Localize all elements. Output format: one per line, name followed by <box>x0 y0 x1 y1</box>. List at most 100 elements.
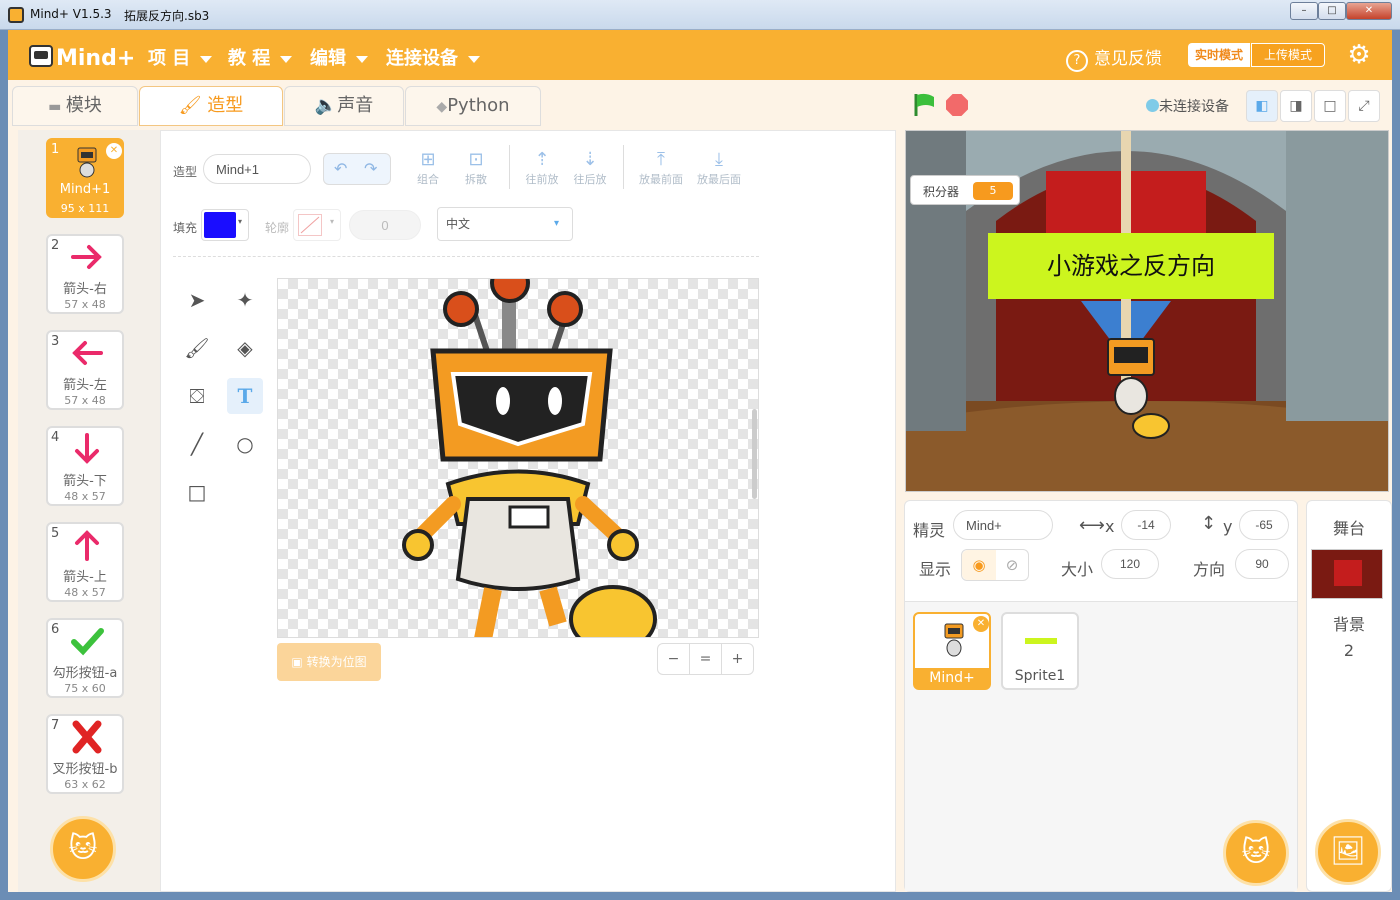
delete-icon[interactable]: ✕ <box>973 616 989 632</box>
select-tool[interactable]: ➤ <box>179 282 215 318</box>
reshape-icon: ✦ <box>236 288 254 312</box>
stop-icon[interactable] <box>946 94 968 116</box>
small-stage-button[interactable]: ◧ <box>1246 90 1278 122</box>
outline-color-picker[interactable]: ▾ <box>293 209 341 241</box>
main-area: ▬ 模块 🖌 造型 🔈声音 ◆Python 1 ✕ Mind+1 95 x 11… <box>8 80 1392 892</box>
x-input[interactable] <box>1121 510 1171 540</box>
forward-button[interactable]: ⇡ 往前放 <box>519 149 565 187</box>
sprite-tile-mindplus[interactable]: ✕ Mind+ <box>913 612 991 690</box>
help-icon: ? <box>1066 50 1088 72</box>
hide-stage-icon: □ <box>1323 98 1337 114</box>
realtime-mode-button[interactable]: 实时模式 <box>1188 43 1250 67</box>
back-button[interactable]: ⤓ 放最后面 <box>691 149 747 187</box>
menu-tutorial[interactable]: 教 程 <box>228 44 293 70</box>
tab-python-label: Python <box>447 95 510 116</box>
add-backdrop-button[interactable]: 🖼 <box>1315 819 1381 885</box>
maximize-button[interactable]: □ <box>1318 2 1346 20</box>
mindplus-logo: Mind+ <box>28 38 138 72</box>
costume-list: 1 ✕ Mind+1 95 x 111 2 箭头-右 57 x 48 3 箭头-… <box>18 130 160 892</box>
normal-stage-button[interactable]: ◨ <box>1280 90 1312 122</box>
costume-item[interactable]: 1 ✕ Mind+1 95 x 111 <box>46 138 124 218</box>
costume-name: 箭头-上 <box>63 570 107 585</box>
brush-icon: 🖌 <box>184 336 210 360</box>
drawing-canvas[interactable] <box>277 278 759 638</box>
delete-icon[interactable]: ✕ <box>106 143 122 159</box>
window-title-bar: Mind+ V1.5.3 拓展反方向.sb3 – □ ✕ <box>0 0 1400 30</box>
costume-name: 箭头-右 <box>63 282 107 297</box>
costume-item[interactable]: 3 箭头-左 57 x 48 <box>46 330 124 410</box>
costume-name-input[interactable] <box>203 154 311 184</box>
canvas-scrollbar[interactable] <box>752 409 757 499</box>
zoom-out-button[interactable]: − <box>657 643 690 675</box>
hide-stage-button[interactable]: □ <box>1314 90 1346 122</box>
costume-number: 7 <box>51 718 60 733</box>
sprite-name-input[interactable] <box>953 510 1053 540</box>
line-tool[interactable]: ╱ <box>179 426 215 462</box>
stage-header: 未连接设备 ◧ ◨ □ ⤢ <box>904 80 1392 130</box>
fullscreen-button[interactable]: ⤢ <box>1348 90 1380 122</box>
zoom-reset-button[interactable]: = <box>689 643 722 675</box>
font-select[interactable]: 中文 ▾ <box>437 207 573 241</box>
tab-sounds-label: 声音 <box>337 95 374 116</box>
brush-tool[interactable]: 🖌 <box>179 330 215 366</box>
costume-item[interactable]: 7 叉形按钮-b 63 x 62 <box>46 714 124 794</box>
costume-item[interactable]: 5 箭头-上 48 x 57 <box>46 522 124 602</box>
sprite-list: ✕ Mind+ Sprite1 🐱 <box>905 601 1297 891</box>
green-flag-icon[interactable] <box>912 92 938 118</box>
backward-button[interactable]: ⇣ 往后放 <box>567 149 613 187</box>
sprite-tile-sprite1[interactable]: Sprite1 <box>1001 612 1079 690</box>
costume-item[interactable]: 6 勾形按钮-a 75 x 60 <box>46 618 124 698</box>
cross-icon <box>72 720 102 754</box>
y-input[interactable] <box>1239 510 1289 540</box>
send-back-icon: ⤓ <box>715 149 723 170</box>
eye-off-icon[interactable]: ⊘ <box>996 550 1028 580</box>
eye-icon[interactable]: ◉ <box>962 550 996 580</box>
add-costume-button[interactable]: 🐱 <box>50 816 116 882</box>
fill-color-picker[interactable]: ▾ <box>201 209 249 241</box>
direction-input[interactable] <box>1235 549 1289 579</box>
rectangle-tool[interactable]: □ <box>179 474 215 510</box>
menu-edit[interactable]: 编辑 <box>310 44 368 70</box>
close-button[interactable]: ✕ <box>1346 2 1392 20</box>
divider <box>509 145 510 189</box>
chevron-down-icon: ▾ <box>554 218 560 229</box>
outline-width-input[interactable] <box>349 210 421 240</box>
stage-canvas[interactable]: 积分器 5 小游戏之反方向 <box>905 130 1389 492</box>
outline-label: 轮廓 <box>265 221 290 235</box>
upload-mode-button[interactable]: 上传模式 <box>1251 43 1325 67</box>
menu-project[interactable]: 项 目 <box>148 44 213 70</box>
arrow-right-icon <box>71 245 102 269</box>
status-dot-icon <box>1146 99 1159 112</box>
zoom-in-button[interactable]: + <box>721 643 754 675</box>
tab-blocks[interactable]: ▬ 模块 <box>12 86 138 126</box>
fill-color-swatch <box>204 212 236 238</box>
feedback-button[interactable]: ? 意见反馈 <box>1066 44 1162 72</box>
fill-tool[interactable]: ⛋ <box>179 378 215 414</box>
settings-gear-icon[interactable]: ⚙ <box>1346 42 1372 68</box>
size-input[interactable] <box>1101 549 1159 579</box>
text-tool[interactable]: T <box>227 378 263 414</box>
menu-tutorial-label: 教 程 <box>228 48 271 69</box>
tab-sounds[interactable]: 🔈声音 <box>284 86 404 126</box>
tab-costumes[interactable]: 🖌 造型 <box>139 86 283 126</box>
add-sprite-button[interactable]: 🐱 <box>1223 820 1289 886</box>
redo-icon[interactable]: ↷ <box>364 159 377 178</box>
eraser-tool[interactable]: ◈ <box>227 330 263 366</box>
undo-icon[interactable]: ↶ <box>334 159 347 178</box>
costume-item[interactable]: 2 箭头-右 57 x 48 <box>46 234 124 314</box>
front-button[interactable]: ⤒ 放最前面 <box>633 149 689 187</box>
direction-label: 方向 <box>1193 560 1226 579</box>
minimize-button[interactable]: – <box>1290 2 1318 20</box>
ungroup-button[interactable]: ⊡ 拆散 <box>453 149 499 187</box>
costume-item[interactable]: 4 箭头-下 48 x 57 <box>46 426 124 506</box>
text-icon: T <box>237 384 253 408</box>
circle-tool[interactable]: ○ <box>227 426 263 462</box>
convert-to-bitmap-button[interactable]: ▣ 转换为位图 <box>277 643 381 681</box>
reshape-tool[interactable]: ✦ <box>227 282 263 318</box>
costume-name: 箭头-下 <box>63 474 107 489</box>
front-label: 放最前面 <box>639 173 683 186</box>
tab-python[interactable]: ◆Python <box>405 86 541 126</box>
group-button[interactable]: ⊞ 组合 <box>405 149 451 187</box>
backdrop-thumbnail[interactable] <box>1311 549 1383 599</box>
menu-connect[interactable]: 连接设备 <box>386 44 480 70</box>
